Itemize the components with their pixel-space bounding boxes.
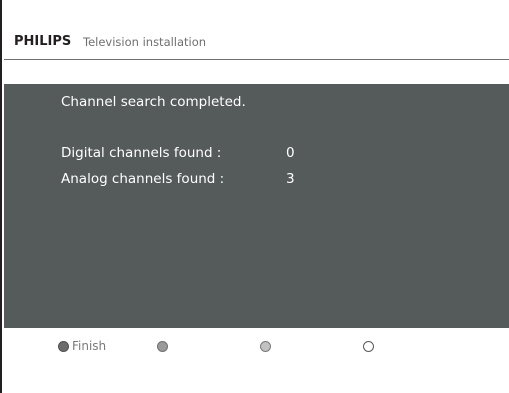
- yellow-key-button[interactable]: [260, 338, 271, 354]
- analog-channels-value: 3: [286, 171, 295, 187]
- red-key-icon: [58, 340, 69, 352]
- tv-menu-frame: PHILIPS Television installation Channel …: [0, 0, 509, 393]
- green-key-button[interactable]: [157, 338, 168, 354]
- brand-logo: PHILIPS: [14, 34, 72, 49]
- menu-header: PHILIPS Television installation: [4, 0, 509, 60]
- blue-key-button[interactable]: [363, 338, 374, 354]
- green-key-icon: [157, 340, 168, 352]
- finish-label: Finish: [72, 339, 107, 353]
- finish-button[interactable]: Finish: [58, 338, 106, 354]
- result-panel: Channel search completed. Digital channe…: [4, 84, 509, 328]
- digital-channels-value: 0: [286, 145, 295, 161]
- blue-key-icon: [363, 340, 374, 352]
- screen-title: Television installation: [83, 35, 207, 49]
- analog-channels-label: Analog channels found :: [61, 171, 225, 187]
- digital-channels-label: Digital channels found :: [61, 145, 222, 161]
- status-message: Channel search completed.: [61, 94, 246, 110]
- yellow-key-icon: [260, 340, 271, 352]
